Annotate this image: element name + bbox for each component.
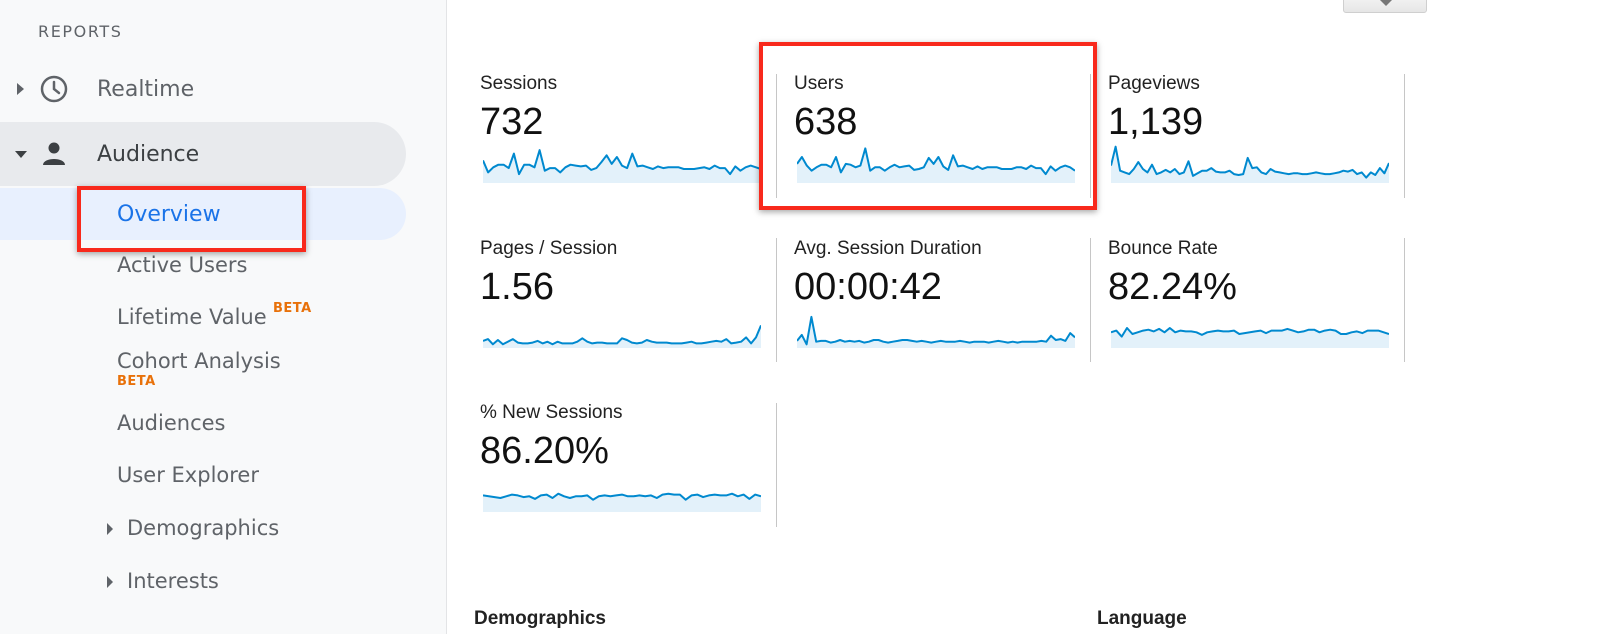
metric-label: Bounce Rate	[1108, 238, 1218, 259]
metric-label: Pages / Session	[480, 238, 618, 259]
divider	[1404, 74, 1405, 198]
caret-right-icon	[107, 523, 113, 535]
divider	[1404, 238, 1405, 362]
metric-label: % New Sessions	[480, 402, 623, 423]
sidebar: REPORTS Realtime Audience Overview Activ…	[0, 0, 447, 634]
sparkline-line	[797, 315, 1075, 346]
chevron-down-icon	[1380, 0, 1392, 6]
metric-new-sessions[interactable]: % New Sessions 86.20%	[480, 402, 770, 542]
divider	[776, 238, 777, 362]
sidebar-item-cohort-analysis[interactable]: Cohort Analysis	[117, 349, 281, 373]
metric-value: 732	[480, 101, 544, 143]
beta-badge: BETA	[117, 374, 156, 389]
sparkline-avg-session-duration	[797, 315, 1075, 348]
sidebar-item-lifetime-value[interactable]: Lifetime Value	[117, 305, 267, 329]
metric-value: 86.20%	[480, 430, 609, 472]
sidebar-item-audience[interactable]: Audience	[0, 122, 406, 186]
metric-avg-session-duration[interactable]: Avg. Session Duration 00:00:42	[794, 238, 1084, 378]
sparkline-sessions	[483, 149, 761, 183]
sparkline-pages-per-session	[483, 325, 761, 348]
overview-highlight-box	[77, 186, 306, 252]
sparkline-new-sessions	[483, 492, 761, 512]
metric-sessions[interactable]: Sessions 732	[480, 73, 770, 213]
sidebar-item-interests[interactable]: Interests	[127, 569, 219, 593]
metric-value: 00:00:42	[794, 266, 942, 308]
sparkline-pageviews	[1111, 145, 1389, 183]
users-highlight-box	[759, 42, 1097, 210]
sidebar-item-demographics[interactable]: Demographics	[127, 516, 279, 540]
sidebar-item-active-users[interactable]: Active Users	[117, 253, 247, 277]
sparkline-area	[483, 325, 761, 348]
metric-value: 1.56	[480, 266, 554, 308]
metric-label: Avg. Session Duration	[794, 238, 982, 259]
reports-section-label: REPORTS	[38, 22, 123, 41]
person-icon	[43, 142, 65, 165]
sidebar-item-user-explorer[interactable]: User Explorer	[117, 463, 259, 487]
language-heading: Language	[1097, 608, 1187, 629]
caret-down-icon	[15, 150, 27, 158]
metric-bounce-rate[interactable]: Bounce Rate 82.24%	[1108, 238, 1398, 378]
dropdown-button[interactable]	[1343, 0, 1427, 13]
divider	[776, 403, 777, 527]
metric-label: Sessions	[480, 73, 558, 94]
metric-label: Pageviews	[1108, 73, 1200, 94]
sidebar-item-label: Realtime	[97, 76, 195, 102]
clock-icon	[40, 75, 68, 103]
beta-badge: BETA	[273, 301, 312, 316]
sidebar-item-label: Audience	[97, 141, 200, 167]
metric-value: 82.24%	[1108, 266, 1237, 308]
metric-value: 1,139	[1108, 101, 1204, 143]
sparkline-area	[797, 316, 1075, 348]
sparkline-bounce-rate	[1111, 327, 1389, 348]
sidebar-item-audiences[interactable]: Audiences	[117, 411, 225, 435]
caret-right-icon	[107, 576, 113, 588]
sidebar-item-realtime[interactable]: Realtime	[0, 57, 406, 121]
divider	[1090, 238, 1091, 362]
demographics-heading: Demographics	[474, 608, 606, 629]
caret-right-icon	[17, 83, 24, 95]
metric-pageviews[interactable]: Pageviews 1,139	[1108, 73, 1398, 213]
metric-pages-per-session[interactable]: Pages / Session 1.56	[480, 238, 770, 378]
